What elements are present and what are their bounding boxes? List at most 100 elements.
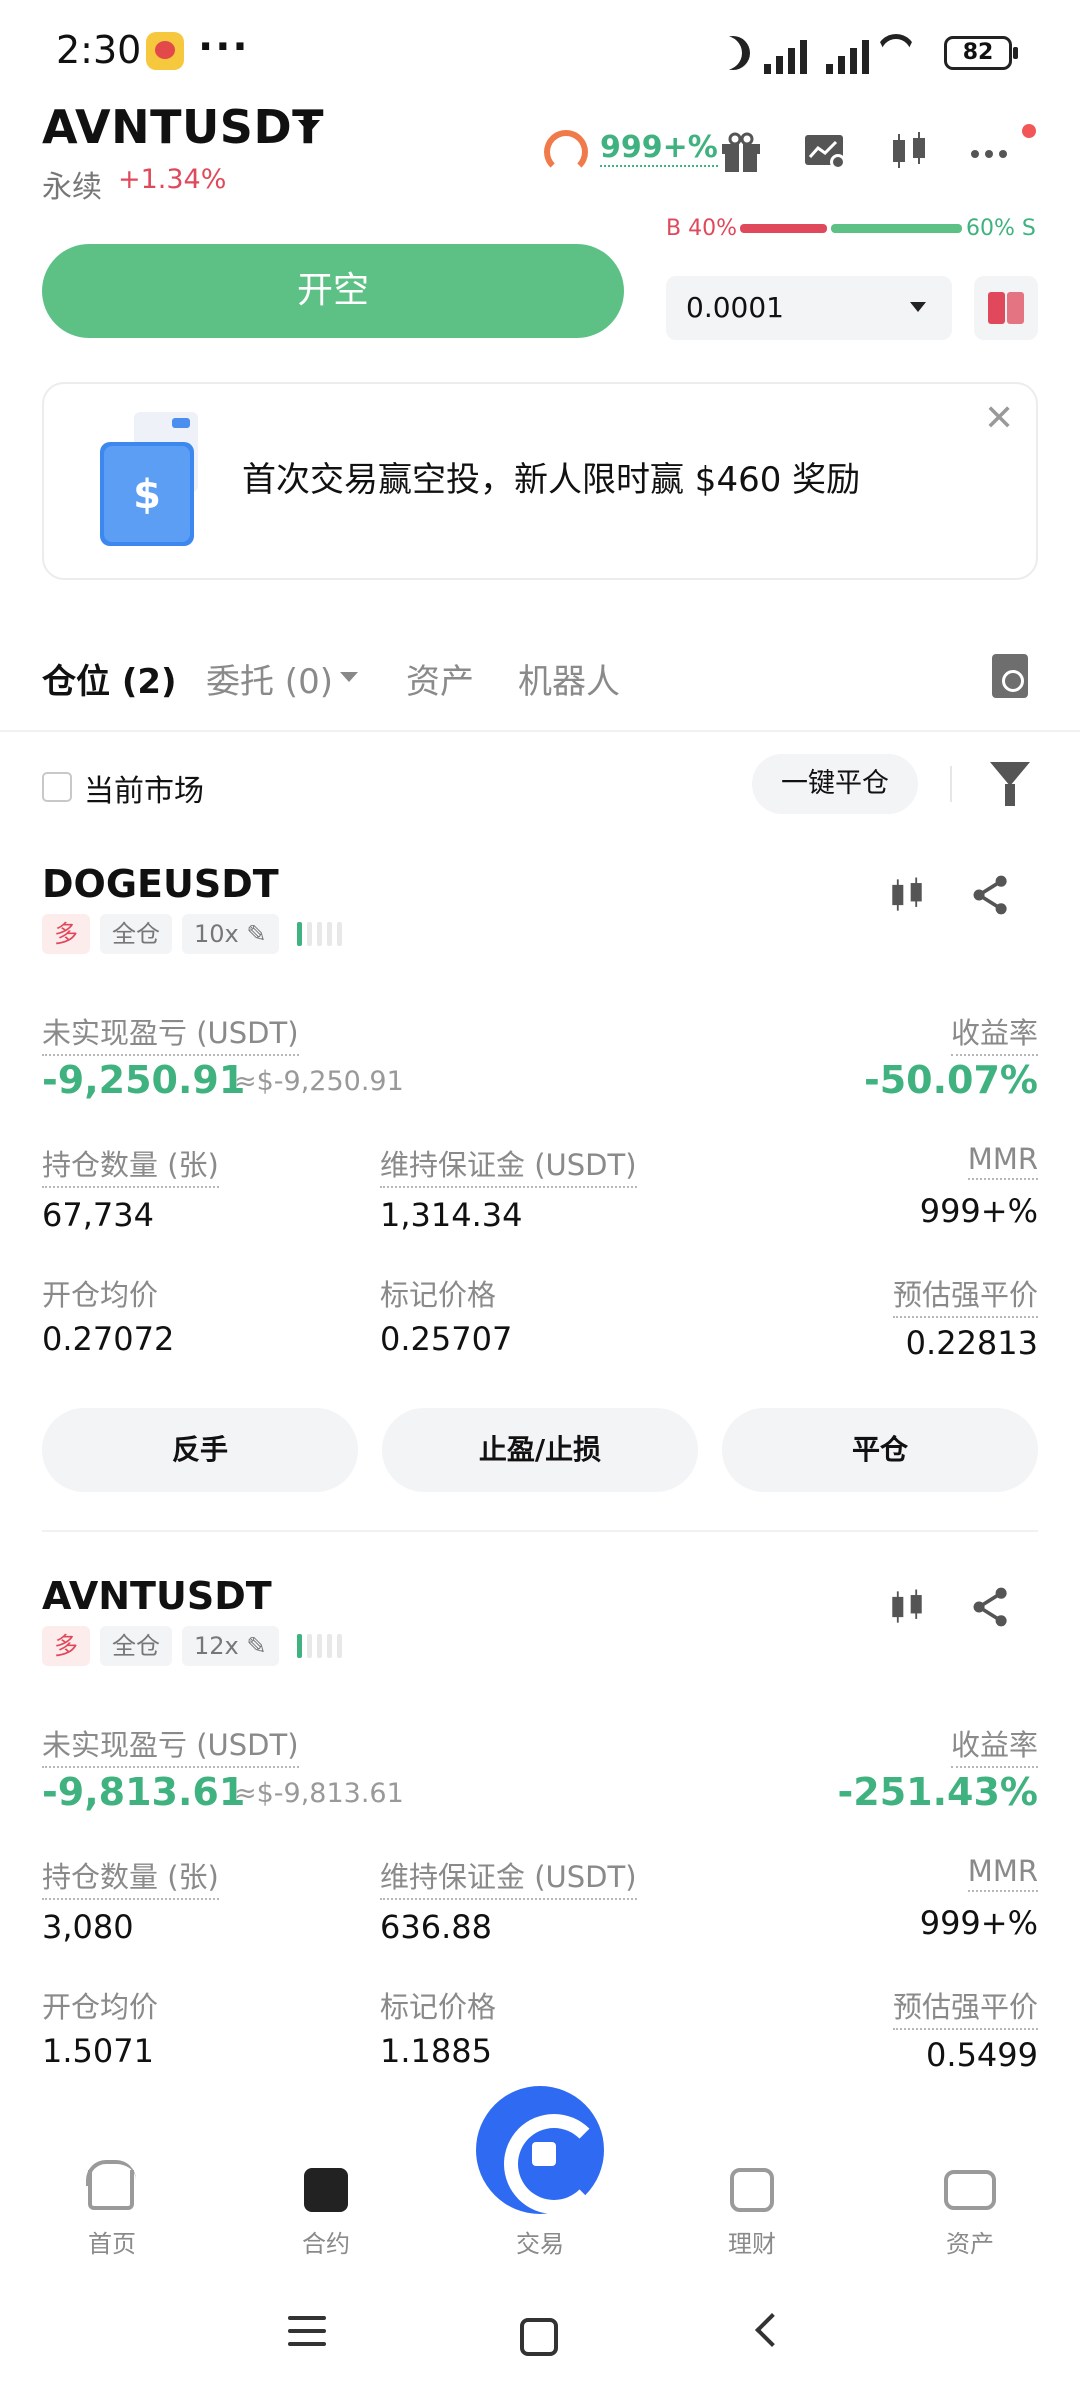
liq-price-value: 0.5499	[926, 2036, 1038, 2074]
position-symbol[interactable]: DOGEUSDT	[42, 862, 279, 906]
size-value: 3,080	[42, 1908, 134, 1946]
promo-text: 首次交易赢空投，新人限时赢 $460 奖励	[242, 460, 861, 500]
signal-icon-2	[822, 30, 878, 74]
leverage-level-icon	[296, 922, 342, 946]
leverage-tag[interactable]: 10x ✎	[182, 914, 279, 954]
share-icon[interactable]	[968, 1584, 1014, 1630]
tab-bots[interactable]: 机器人	[518, 654, 620, 703]
leverage-tag[interactable]: 12x ✎	[182, 1626, 279, 1666]
current-market-label[interactable]: 当前市场	[84, 766, 204, 810]
tab-positions[interactable]: 仓位 (2)	[42, 654, 177, 703]
position-tags: 多 全仓 12x ✎	[42, 1626, 342, 1666]
roe-value: -251.43%	[837, 1770, 1038, 1814]
contract-icon[interactable]	[304, 2168, 348, 2212]
position-card: AVNTUSDT 多 全仓 12x ✎ 未实现盈亏 (USDT) 收益率 -9,…	[0, 1574, 1080, 2124]
status-more-icon: ···	[198, 24, 250, 70]
share-icon[interactable]	[968, 872, 1014, 918]
maint-margin-value: 636.88	[380, 1908, 492, 1946]
buy-sell-ratio-bar	[740, 224, 962, 233]
chevron-down-icon[interactable]	[910, 302, 926, 312]
side-tag: 多	[42, 914, 90, 954]
risk-gauge-icon[interactable]	[544, 130, 588, 174]
nav-assets[interactable]: 资产	[910, 2224, 1030, 2259]
moon-icon	[716, 36, 750, 70]
unrealized-pnl-usd: ≈$-9,250.91	[234, 1066, 404, 1097]
close-icon[interactable]: ✕	[984, 398, 1014, 439]
candlestick-icon[interactable]	[884, 1584, 930, 1630]
current-market-checkbox[interactable]	[42, 772, 72, 802]
tab-orders[interactable]: 委托 (0)	[206, 654, 333, 703]
notification-dot	[1022, 124, 1036, 138]
status-bar: 2:30 ··· 82	[0, 0, 1080, 110]
risk-rate[interactable]: 999+%	[600, 130, 718, 167]
unrealized-pnl: -9,250.91	[42, 1058, 246, 1102]
tp-sl-button[interactable]: 止盈/止损	[382, 1408, 698, 1492]
pair-dropdown-icon[interactable]	[298, 120, 320, 133]
wallet-illustration-icon: $	[100, 412, 198, 546]
trade-icon[interactable]	[476, 2086, 604, 2214]
status-time: 2:30	[56, 28, 142, 72]
candlestick-icon[interactable]	[884, 126, 934, 176]
leverage-value: 10x	[194, 920, 239, 948]
size-value: 67,734	[42, 1196, 154, 1234]
leverage-level-icon	[296, 1634, 342, 1658]
mark-price-label: 标记价格	[380, 1278, 497, 1312]
finance-icon[interactable]	[730, 2168, 774, 2212]
margin-mode-tag: 全仓	[100, 1626, 172, 1666]
size-label[interactable]: 持仓数量 (张)	[42, 1854, 219, 1900]
system-home-icon[interactable]	[520, 2318, 558, 2356]
divider	[950, 766, 952, 802]
weibo-notification-icon	[146, 32, 184, 70]
wifi-icon	[876, 34, 916, 74]
gift-icon[interactable]	[716, 126, 766, 176]
unrealized-pnl-label[interactable]: 未实现盈亏 (USDT)	[42, 1010, 299, 1056]
roe-label[interactable]: 收益率	[950, 1722, 1038, 1768]
nav-trade[interactable]: 交易	[480, 2224, 600, 2259]
filter-icon[interactable]	[990, 762, 1030, 786]
maint-margin-value: 1,314.34	[380, 1196, 523, 1234]
system-menu-icon[interactable]	[288, 2316, 326, 2355]
signal-icon	[760, 30, 816, 74]
roe-value: -50.07%	[863, 1058, 1038, 1102]
mmr-value: 999+%	[919, 1904, 1038, 1942]
maint-margin-label[interactable]: 维持保证金 (USDT)	[380, 1142, 637, 1188]
system-back-icon[interactable]	[755, 2313, 789, 2347]
nav-contract[interactable]: 合约	[266, 2224, 386, 2259]
history-icon[interactable]	[992, 654, 1028, 698]
position-tags: 多 全仓 10x ✎	[42, 914, 342, 954]
svg-text:$: $	[133, 472, 161, 518]
buy-ratio: B 40%	[666, 216, 737, 241]
liq-price-label[interactable]: 预估强平价	[892, 1984, 1038, 2030]
reverse-button[interactable]: 反手	[42, 1408, 358, 1492]
scrolled-row-remnant	[42, 190, 642, 214]
wallet-icon[interactable]	[944, 2170, 996, 2210]
mmr-label[interactable]: MMR	[967, 1854, 1038, 1892]
close-all-button[interactable]: 一键平仓	[752, 754, 918, 814]
size-label[interactable]: 持仓数量 (张)	[42, 1142, 219, 1188]
side-tag: 多	[42, 1626, 90, 1666]
sell-ratio-fill	[831, 224, 962, 233]
orderbook-layout-button[interactable]	[974, 276, 1038, 340]
roe-label[interactable]: 收益率	[950, 1010, 1038, 1056]
close-position-button[interactable]: 平仓	[722, 1408, 1038, 1492]
sell-ratio: 60% S	[966, 216, 1036, 241]
pair-title[interactable]: AVNTUSDT	[42, 100, 324, 154]
unrealized-pnl-label[interactable]: 未实现盈亏 (USDT)	[42, 1722, 299, 1768]
tab-assets[interactable]: 资产	[406, 654, 474, 703]
filter-icon-stem[interactable]	[1005, 784, 1015, 806]
nav-home[interactable]: 首页	[52, 2224, 172, 2259]
open-short-button[interactable]: 开空	[42, 244, 624, 338]
more-icon[interactable]	[966, 126, 1016, 176]
nav-finance[interactable]: 理财	[692, 2224, 812, 2259]
mmr-label[interactable]: MMR	[967, 1142, 1038, 1180]
divider	[0, 730, 1080, 732]
candlestick-icon[interactable]	[884, 872, 930, 918]
position-symbol[interactable]: AVNTUSDT	[42, 1574, 272, 1618]
divider	[42, 1530, 1038, 1532]
buy-ratio-fill	[740, 224, 827, 233]
chart-settings-icon[interactable]	[800, 126, 850, 176]
chevron-down-icon[interactable]	[340, 672, 358, 682]
liq-price-label[interactable]: 预估强平价	[892, 1272, 1038, 1318]
entry-price-value: 1.5071	[42, 2032, 154, 2070]
maint-margin-label[interactable]: 维持保证金 (USDT)	[380, 1854, 637, 1900]
